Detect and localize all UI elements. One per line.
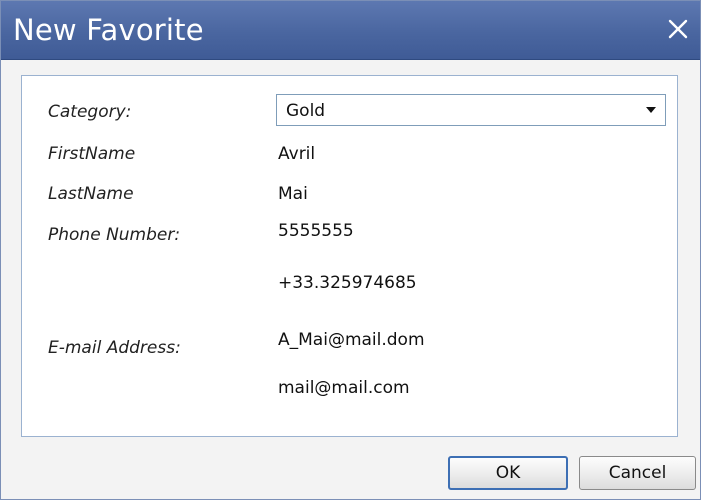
first-name-value: Avril xyxy=(278,144,316,164)
email-address-label: E-mail Address: xyxy=(48,338,181,358)
category-label: Category: xyxy=(48,102,132,122)
title-bar: New Favorite xyxy=(1,1,700,60)
close-icon xyxy=(668,19,688,39)
chevron-down-icon xyxy=(646,107,656,113)
category-select[interactable]: Gold xyxy=(276,94,666,126)
dialog-title: New Favorite xyxy=(13,13,204,47)
phone-number-value: +33.325974685 xyxy=(278,273,417,293)
last-name-value: Mai xyxy=(278,184,308,204)
last-name-label: LastName xyxy=(48,184,134,204)
email-address-value: mail@mail.com xyxy=(278,378,410,398)
first-name-label: FirstName xyxy=(48,144,136,164)
phone-number-label: Phone Number: xyxy=(48,225,181,245)
email-address-value: A_Mai@mail.dom xyxy=(278,330,425,350)
new-favorite-dialog: New Favorite Category: Gold FirstName Av… xyxy=(0,0,701,500)
category-selected-value: Gold xyxy=(286,101,326,121)
cancel-button[interactable]: Cancel xyxy=(579,456,696,490)
phone-number-value: 5555555 xyxy=(278,221,354,241)
ok-button[interactable]: OK xyxy=(448,456,568,490)
favorite-form-panel: Category: Gold FirstName Avril LastName … xyxy=(21,75,678,437)
close-button[interactable] xyxy=(662,13,694,45)
